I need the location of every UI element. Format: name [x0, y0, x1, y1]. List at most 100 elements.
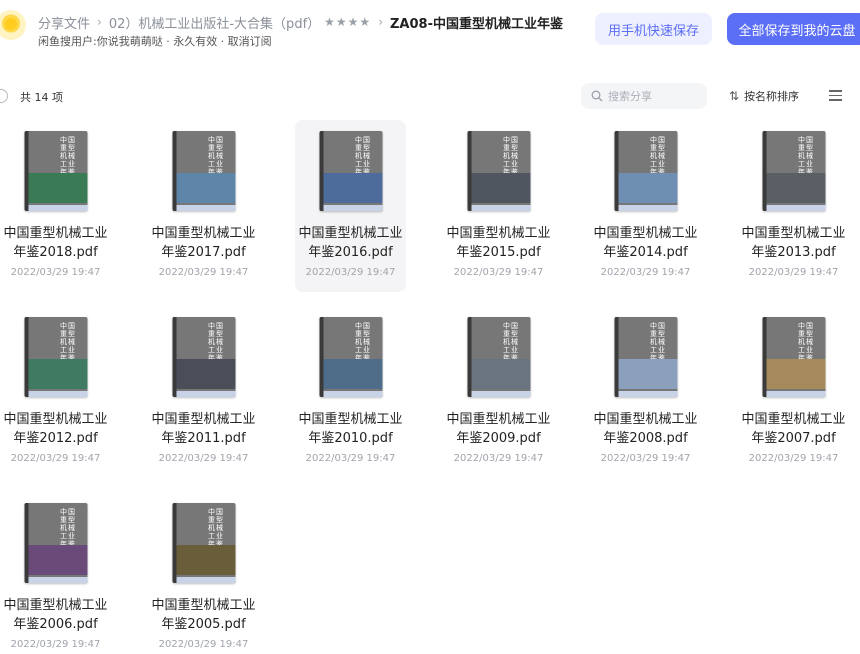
file-name-line1: 中国重型机械工业 [151, 226, 256, 241]
search-box[interactable] [581, 83, 707, 109]
file-name: 中国重型机械工业 年鉴2017.pdf [138, 224, 269, 262]
file-date: 2022/03/29 19:47 [158, 639, 249, 650]
pdf-cover-thumbnail: 中国重型机械工业年鉴 [24, 131, 87, 211]
file-date: 2022/03/29 19:47 [158, 267, 249, 278]
file-item[interactable]: 中国重型机械工业年鉴中国重型机械工业 年鉴2015.pdf 2022/03/29 1… [443, 120, 554, 292]
file-item[interactable]: 中国重型机械工业年鉴中国重型机械工业 年鉴2007.pdf 2022/03/29 1… [738, 306, 849, 478]
file-name-line1: 中国重型机械工业 [3, 226, 108, 241]
pdf-cover-thumbnail: 中国重型机械工业年鉴 [614, 131, 677, 211]
file-name-line1: 中国重型机械工业 [593, 226, 698, 241]
file-item[interactable]: 中国重型机械工业年鉴 中国重型机械工业 年鉴2016.pdf 2022/03/29 1… [295, 120, 406, 292]
file-name: 中国重型机械工业 年鉴2015.pdf [433, 224, 564, 262]
file-name-line2: 年鉴2018.pdf [13, 245, 98, 260]
pdf-cover-thumbnail: 中国重型机械工业年鉴 [319, 317, 382, 397]
file-name-line2: 年鉴2005.pdf [161, 617, 246, 632]
pdf-cover-thumbnail: 中国重型机械工业年鉴 [24, 503, 87, 583]
file-name-line1: 中国重型机械工业 [298, 226, 403, 241]
pdf-cover-thumbnail: 中国重型机械工业年鉴 [24, 317, 87, 397]
file-name-line1: 中国重型机械工业 [593, 412, 698, 427]
file-item[interactable]: 中国重型机械工业年鉴中国重型机械工业 年鉴2010.pdf 2022/03/29 1… [295, 306, 406, 478]
pdf-cover-thumbnail: 中国重型机械工业年鉴 [172, 131, 235, 211]
pdf-cover-thumbnail: 中国重型机械工业年鉴 [762, 131, 825, 211]
file-date: 2022/03/29 19:47 [10, 267, 101, 278]
search-icon [591, 90, 603, 102]
file-name: 中国重型机械工业 年鉴2009.pdf [433, 410, 564, 448]
file-name: 中国重型机械工业 年鉴2005.pdf [138, 596, 269, 634]
list-menu-icon[interactable] [829, 90, 842, 101]
file-date: 2022/03/29 19:47 [10, 453, 101, 464]
file-name-line2: 年鉴2008.pdf [603, 431, 688, 446]
file-name-line2: 年鉴2012.pdf [13, 431, 98, 446]
file-name-line2: 年鉴2011.pdf [161, 431, 246, 446]
file-name-line1: 中国重型机械工业 [3, 598, 108, 613]
file-name-line2: 年鉴2009.pdf [456, 431, 541, 446]
file-name-line2: 年鉴2017.pdf [161, 245, 246, 260]
sort-button[interactable]: ⇅ 按名称排序 [729, 88, 799, 104]
file-name: 中国重型机械工业 年鉴2008.pdf [580, 410, 711, 448]
file-item[interactable]: 中国重型机械工业年鉴中国重型机械工业 年鉴2017.pdf 2022/03/29 1… [148, 120, 259, 292]
pdf-cover-thumbnail: 中国重型机械工业年鉴 [172, 317, 235, 397]
file-name: 中国重型机械工业 年鉴2013.pdf [728, 224, 859, 262]
save-by-phone-button[interactable]: 用手机快速保存 [595, 13, 712, 45]
breadcrumb: 分享文件 › 02）机械工业出版社-大合集（pdf） ★★★★ › ZA08-中… [38, 12, 563, 32]
pdf-cover-thumbnail: 中国重型机械工业年鉴 [467, 317, 530, 397]
file-name: 中国重型机械工业 年鉴2007.pdf [728, 410, 859, 448]
file-date: 2022/03/29 19:47 [158, 453, 249, 464]
search-input[interactable] [608, 89, 700, 103]
select-all-checkbox[interactable] [0, 89, 8, 103]
file-item[interactable]: 中国重型机械工业年鉴中国重型机械工业 年鉴2011.pdf 2022/03/29 1… [148, 306, 259, 478]
save-all-button[interactable]: 全部保存到我的云盘 [727, 13, 860, 45]
file-name-line1: 中国重型机械工业 [446, 226, 551, 241]
chevron-right-icon: › [97, 15, 102, 29]
file-item[interactable]: 中国重型机械工业年鉴 中国重型机械工业 年鉴2014.pdf 2022/03/29 1… [590, 120, 701, 292]
sort-arrows-icon: ⇅ [729, 89, 740, 103]
file-item[interactable]: 中国重型机械工业年鉴 中国重型机械工业 年鉴2006.pdf 2022/03/29 1… [0, 492, 111, 654]
pdf-cover-thumbnail: 中国重型机械工业年鉴 [762, 317, 825, 397]
file-date: 2022/03/29 19:47 [453, 267, 544, 278]
share-info: 闲鱼搜用户:你说我萌萌哒 · 永久有效 · 取消订阅 [38, 35, 272, 48]
file-name-line1: 中国重型机械工业 [741, 412, 846, 427]
pdf-cover-thumbnail: 中国重型机械工业年鉴 [319, 131, 382, 211]
file-name: 中国重型机械工业 年鉴2014.pdf [580, 224, 711, 262]
file-item[interactable]: 中国重型机械工业年鉴中国重型机械工业 年鉴2012.pdf 2022/03/29 1… [0, 306, 111, 478]
file-name-line2: 年鉴2010.pdf [308, 431, 393, 446]
file-item[interactable]: 中国重型机械工业年鉴中国重型机械工业 年鉴2005.pdf 2022/03/29 1… [148, 492, 259, 654]
file-date: 2022/03/29 19:47 [600, 453, 691, 464]
file-name-line1: 中国重型机械工业 [741, 226, 846, 241]
file-name-line2: 年鉴2015.pdf [456, 245, 541, 260]
file-name-line2: 年鉴2014.pdf [603, 245, 688, 260]
file-name-line1: 中国重型机械工业 [151, 412, 256, 427]
file-name-line1: 中国重型机械工业 [3, 412, 108, 427]
file-name: 中国重型机械工业 年鉴2018.pdf [0, 224, 121, 262]
breadcrumb-current: ZA08-中国重型机械工业年鉴 [390, 16, 563, 32]
chevron-right-icon: › [378, 15, 383, 29]
file-name-line2: 年鉴2007.pdf [751, 431, 836, 446]
pdf-cover-thumbnail: 中国重型机械工业年鉴 [467, 131, 530, 211]
file-name: 中国重型机械工业 年鉴2016.pdf [285, 224, 416, 262]
file-date: 2022/03/29 19:47 [748, 267, 839, 278]
file-item[interactable]: 中国重型机械工业年鉴中国重型机械工业 年鉴2018.pdf 2022/03/29 1… [0, 120, 111, 292]
file-name: 中国重型机械工业 年鉴2010.pdf [285, 410, 416, 448]
file-name: 中国重型机械工业 年鉴2011.pdf [138, 410, 269, 448]
file-name-line1: 中国重型机械工业 [151, 598, 256, 613]
file-name-line2: 年鉴2016.pdf [308, 245, 393, 260]
rating-stars: ★★★★ [324, 15, 372, 29]
file-name-line2: 年鉴2006.pdf [13, 617, 98, 632]
file-name: 中国重型机械工业 年鉴2006.pdf [0, 596, 121, 634]
file-item[interactable]: 中国重型机械工业年鉴中国重型机械工业 年鉴2008.pdf 2022/03/29 1… [590, 306, 701, 478]
file-date: 2022/03/29 19:47 [453, 453, 544, 464]
file-name-line2: 年鉴2013.pdf [751, 245, 836, 260]
breadcrumb-folder[interactable]: 02）机械工业出版社-大合集（pdf） [109, 13, 320, 32]
file-name-line1: 中国重型机械工业 [298, 412, 403, 427]
breadcrumb-root[interactable]: 分享文件 [38, 13, 90, 32]
file-name-line1: 中国重型机械工业 [446, 412, 551, 427]
file-item[interactable]: 中国重型机械工业年鉴中国重型机械工业 年鉴2013.pdf 2022/03/29 1… [738, 120, 849, 292]
pdf-cover-thumbnail: 中国重型机械工业年鉴 [614, 317, 677, 397]
file-name: 中国重型机械工业 年鉴2012.pdf [0, 410, 121, 448]
pdf-cover-thumbnail: 中国重型机械工业年鉴 [172, 503, 235, 583]
file-item[interactable]: 中国重型机械工业年鉴中国重型机械工业 年鉴2009.pdf 2022/03/29 1… [443, 306, 554, 478]
file-date: 2022/03/29 19:47 [748, 453, 839, 464]
file-date: 2022/03/29 19:47 [305, 453, 396, 464]
avatar[interactable] [0, 10, 26, 40]
item-count: 共 14 项 [20, 91, 63, 104]
